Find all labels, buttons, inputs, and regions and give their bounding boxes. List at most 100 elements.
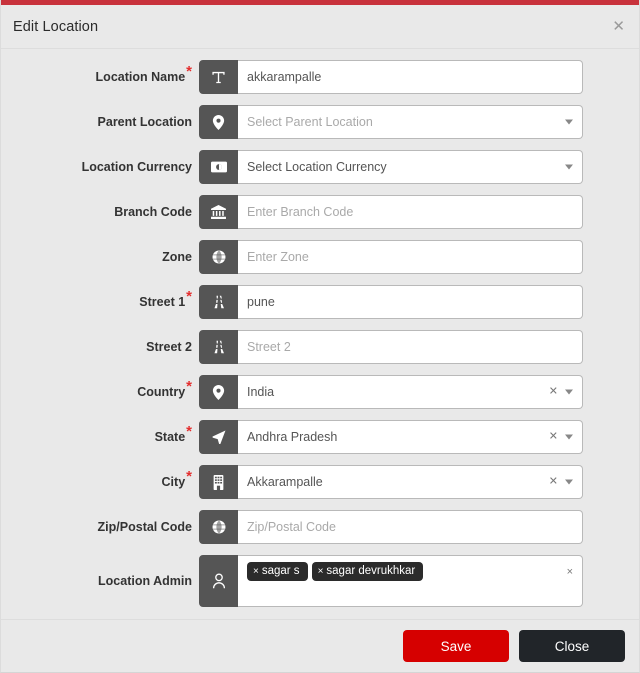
clear-icon[interactable]: ✕: [549, 476, 558, 488]
tag-label: sagar devrukhkar: [326, 565, 416, 577]
required-asterisk: *: [186, 62, 192, 80]
field-control: Andhra Pradesh ✕: [199, 420, 583, 454]
field-label-text: Branch Code: [114, 205, 192, 219]
field-label-text: Zip/Postal Code: [97, 520, 192, 534]
navigation-arrow-icon: [199, 420, 238, 454]
field-value: Akkarampalle: [247, 475, 323, 489]
field-label-text: City: [161, 475, 186, 489]
select-field[interactable]: India ✕: [238, 375, 583, 409]
select-field[interactable]: Andhra Pradesh ✕: [238, 420, 583, 454]
form-row: Street 2 Street 2: [1, 330, 639, 375]
list-item[interactable]: × sagar devrukhkar: [311, 562, 424, 581]
field-label-location-admin: Location Admin: [1, 555, 199, 607]
input-field[interactable]: pune: [238, 285, 583, 319]
select-field[interactable]: Select Location Currency: [238, 150, 583, 184]
field-control: Select Location Currency: [199, 150, 583, 184]
required-asterisk: *: [186, 287, 192, 305]
close-button[interactable]: Close: [519, 630, 625, 662]
field-label-text: Zone: [162, 250, 192, 264]
clear-icon[interactable]: ✕: [549, 431, 558, 443]
chevron-down-icon[interactable]: [565, 389, 573, 395]
form-row: Country* India ✕: [1, 375, 639, 420]
user-icon: [199, 555, 238, 607]
road-icon: [199, 330, 238, 364]
field-label-3: Branch Code: [1, 195, 199, 229]
building-icon: [199, 465, 238, 499]
form-row: State* Andhra Pradesh ✕: [1, 420, 639, 465]
field-label-2: Location Currency: [1, 150, 199, 184]
input-field[interactable]: Enter Branch Code: [238, 195, 583, 229]
chevron-down-icon[interactable]: [565, 434, 573, 440]
map-pin-icon: [199, 375, 238, 409]
remove-tag-icon[interactable]: ×: [318, 566, 324, 577]
globe-icon: [199, 240, 238, 274]
form-row: City* Akkarampalle ✕: [1, 465, 639, 510]
select-field[interactable]: Akkarampalle ✕: [238, 465, 583, 499]
form-row: Parent Location Select Parent Location: [1, 105, 639, 150]
required-asterisk: *: [186, 422, 192, 440]
dialog-header: Edit Location ✕: [1, 5, 639, 49]
edit-location-dialog: Edit Location ✕ Location Name* akkarampal…: [0, 0, 640, 673]
field-value: Select Location Currency: [247, 160, 387, 174]
field-label-text: Country: [137, 385, 186, 399]
select-field[interactable]: Select Parent Location: [238, 105, 583, 139]
field-label-0: Location Name*: [1, 60, 199, 94]
field-control: akkarampalle: [199, 60, 583, 94]
tag-label: sagar s: [261, 565, 300, 577]
field-value: Andhra Pradesh: [247, 430, 338, 444]
field-label-4: Zone: [1, 240, 199, 274]
bank-icon: [199, 195, 238, 229]
chevron-down-icon[interactable]: [565, 119, 573, 125]
required-asterisk: *: [186, 377, 192, 395]
field-label-text: State: [154, 430, 186, 444]
field-control: Enter Branch Code: [199, 195, 583, 229]
form-row: Location Currency Select Location Currenc…: [1, 150, 639, 195]
input-field[interactable]: akkarampalle: [238, 60, 583, 94]
input-field[interactable]: Street 2: [238, 330, 583, 364]
field-label-8: State*: [1, 420, 199, 454]
field-label-5: Street 1*: [1, 285, 199, 319]
field-value: Enter Branch Code: [247, 205, 354, 219]
field-label-text: Street 2: [146, 340, 192, 354]
save-button[interactable]: Save: [403, 630, 509, 662]
close-icon[interactable]: ✕: [612, 19, 625, 34]
input-field[interactable]: Enter Zone: [238, 240, 583, 274]
field-value: Select Parent Location: [247, 115, 373, 129]
chevron-down-icon[interactable]: [565, 164, 573, 170]
tag-input-field[interactable]: × sagar s × sagar devrukhkar ×: [238, 555, 583, 607]
field-label-text: Parent Location: [97, 115, 192, 129]
form-row: Location Name* akkarampalle: [1, 60, 639, 105]
field-control: pune: [199, 285, 583, 319]
form-row: Street 1* pune: [1, 285, 639, 330]
field-label-7: Country*: [1, 375, 199, 409]
dialog-footer: Save Close: [1, 619, 639, 672]
field-label-10: Zip/Postal Code: [1, 510, 199, 544]
field-label-text: Location Currency: [81, 160, 192, 174]
road-icon: [199, 285, 238, 319]
field-control: Akkarampalle ✕: [199, 465, 583, 499]
form-row-location-admin: Location Admin × sagar s × sagar devrukhkar ×: [1, 555, 639, 621]
field-control: Zip/Postal Code: [199, 510, 583, 544]
field-value: pune: [247, 295, 275, 309]
list-item[interactable]: × sagar s: [247, 562, 308, 581]
dialog-body: Location Name* akkarampalle Parent Locatio…: [1, 50, 639, 619]
clear-icon[interactable]: ×: [567, 567, 573, 578]
field-control: Select Parent Location: [199, 105, 583, 139]
field-control: × sagar s × sagar devrukhkar ×: [199, 555, 583, 607]
field-value: Zip/Postal Code: [247, 520, 336, 534]
field-label-9: City*: [1, 465, 199, 499]
field-label-text: Street 1: [139, 295, 186, 309]
map-pin-icon: [199, 105, 238, 139]
field-label-text: Location Admin: [98, 574, 192, 588]
field-value: akkarampalle: [247, 70, 322, 84]
text-format-icon: [199, 60, 238, 94]
field-control: Enter Zone: [199, 240, 583, 274]
field-label-text: Location Name: [95, 70, 186, 84]
form-row: Branch Code Enter Branch Code: [1, 195, 639, 240]
remove-tag-icon[interactable]: ×: [253, 566, 259, 577]
field-value: Street 2: [247, 340, 291, 354]
clear-icon[interactable]: ✕: [549, 386, 558, 398]
field-value: Enter Zone: [247, 250, 309, 264]
chevron-down-icon[interactable]: [565, 479, 573, 485]
input-field[interactable]: Zip/Postal Code: [238, 510, 583, 544]
